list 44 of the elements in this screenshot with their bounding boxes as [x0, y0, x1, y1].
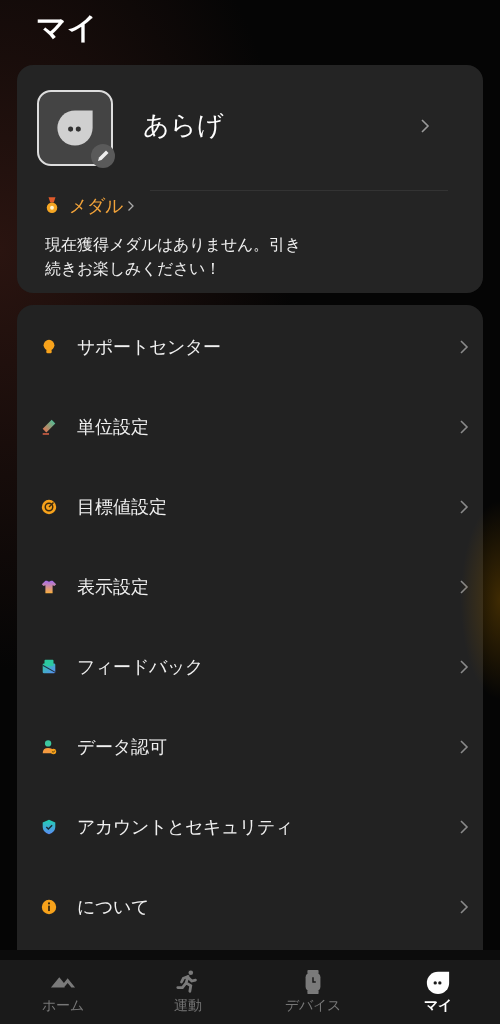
menu-item[interactable]: 単位設定 [17, 387, 483, 467]
menu-item[interactable]: フィードバック [17, 627, 483, 707]
menu-item-label: について [77, 895, 149, 919]
envelope-icon [40, 658, 58, 676]
menu-item[interactable]: について [17, 867, 483, 947]
menu-item-label: 目標値設定 [77, 495, 167, 519]
medal-link[interactable]: メダル [69, 194, 123, 218]
chevron-icon [459, 499, 469, 515]
menu-item[interactable]: 目標値設定 [17, 467, 483, 547]
avatar[interactable] [37, 90, 113, 166]
menu-item[interactable]: データ認可 [17, 707, 483, 787]
ruler-icon [40, 418, 58, 436]
tab[interactable]: ホーム [0, 960, 125, 1024]
menu-item[interactable]: サポートセンター [17, 307, 483, 387]
menu-item-label: 表示設定 [77, 575, 149, 599]
menu-item-label: フィードバック [77, 655, 203, 679]
chevron-icon[interactable] [127, 200, 135, 212]
edit-icon[interactable] [91, 144, 115, 168]
page-title: マイ [36, 9, 98, 47]
tab[interactable]: マイ [375, 960, 500, 1024]
chevron-icon [459, 579, 469, 595]
target-icon [40, 498, 58, 516]
user-name: あらげ [143, 108, 224, 142]
tab[interactable]: 運動 [125, 960, 250, 1024]
chevron-icon [459, 339, 469, 355]
menu-item-label: アカウントとセキュリティ [77, 815, 293, 839]
chevron-icon [459, 899, 469, 915]
chevron-icon [459, 419, 469, 435]
tab[interactable]: デバイス [250, 960, 375, 1024]
shirt-icon [40, 578, 58, 596]
menu-item[interactable]: 表示設定 [17, 547, 483, 627]
menu-item[interactable]: アカウントとセキュリティ [17, 787, 483, 867]
chevron-icon [459, 819, 469, 835]
menu-item-label: サポートセンター [77, 335, 221, 359]
shield-icon [40, 818, 58, 836]
menu-item-label: 単位設定 [77, 415, 149, 439]
info-icon [40, 898, 58, 916]
person-icon [40, 738, 58, 756]
chevron-icon [459, 739, 469, 755]
chevron-icon [459, 659, 469, 675]
menu-item-label: データ認可 [77, 735, 167, 759]
medal-message: 現在獲得メダルはありません。引き続きお楽しみください！ [45, 234, 302, 280]
medal-icon [45, 197, 59, 215]
chevron-icon[interactable] [420, 117, 430, 134]
